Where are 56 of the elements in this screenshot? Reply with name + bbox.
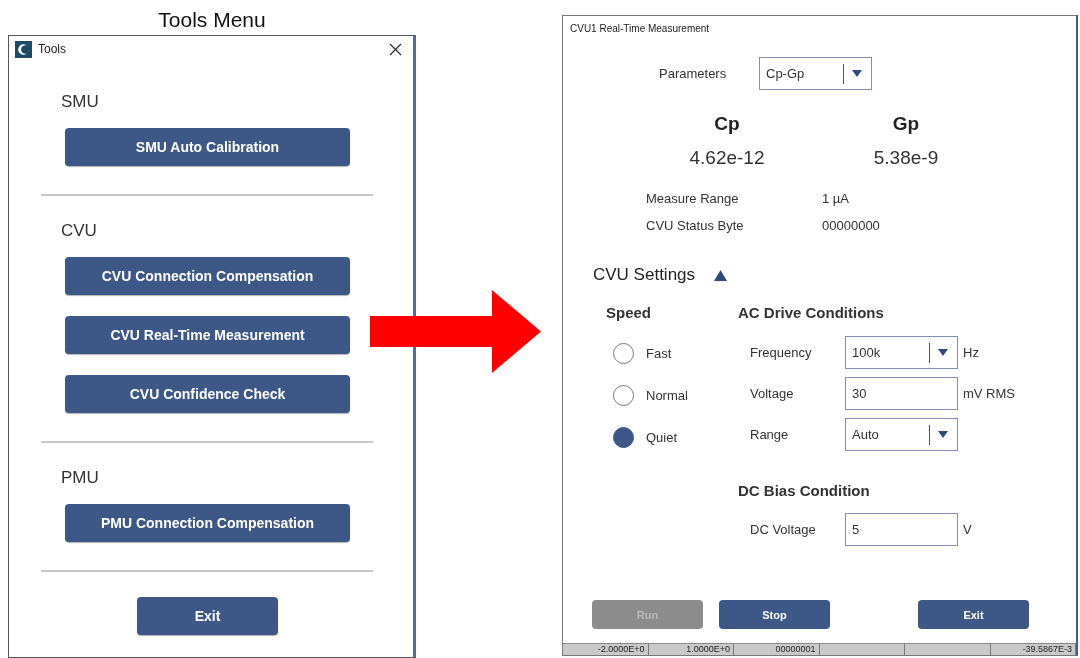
radio-label[interactable]: Normal: [646, 387, 688, 403]
table-cell: 00000001: [734, 644, 820, 655]
logo-icon: [15, 40, 32, 58]
field-label: Range: [750, 427, 789, 442]
unit-label: V: [963, 522, 972, 537]
field-label: Frequency: [750, 345, 812, 360]
section-heading: CVU: [61, 221, 97, 241]
window-title: CVU1 Real-Time Measurement: [570, 22, 710, 36]
section-heading: PMU: [61, 468, 99, 488]
unit-label: Hz: [963, 345, 979, 360]
radio-label[interactable]: Quiet: [646, 429, 678, 445]
unit-label: mV RMS: [963, 386, 1015, 401]
section-heading: SMU: [61, 92, 99, 112]
info-label: CVU Status Byte: [646, 217, 744, 235]
action-button[interactable]: Stop: [719, 600, 830, 629]
caret-icon: [938, 349, 948, 356]
radio-button[interactable]: [613, 384, 634, 406]
arrow-icon: [370, 290, 541, 373]
close-icon[interactable]: [389, 42, 402, 56]
tool-button[interactable]: PMU Connection Compensation: [65, 504, 350, 542]
tool-button[interactable]: CVU Connection Compensation: [65, 257, 350, 295]
figure-caption: Tools Menu: [158, 7, 266, 32]
tool-button[interactable]: SMU Auto Calibration: [65, 128, 350, 166]
exit-button[interactable]: Exit: [137, 597, 278, 635]
group-heading: Speed: [606, 303, 651, 323]
table-cell: 1.0000E+0: [648, 644, 734, 655]
field-label: Parameters: [659, 66, 727, 81]
caret-icon: [938, 431, 948, 438]
section-heading: CVU Settings: [593, 264, 696, 286]
info-value: 1 µA: [822, 190, 849, 208]
table-cell: -2.0000E+0: [563, 644, 649, 655]
dropdown[interactable]: Auto: [845, 418, 958, 451]
reading-value: 5.38e-9: [873, 146, 939, 170]
info-label: Measure Range: [646, 190, 739, 208]
radio-button[interactable]: [613, 426, 634, 448]
dropdown[interactable]: 100k: [845, 336, 958, 369]
info-value: 00000000: [822, 217, 880, 235]
radio-button[interactable]: [613, 342, 634, 364]
reading-name: Cp: [714, 112, 740, 136]
input-field[interactable]: 5: [845, 513, 958, 546]
window-title: Tools: [38, 42, 66, 56]
field-label: DC Voltage: [750, 522, 816, 537]
tool-button[interactable]: CVU Confidence Check: [65, 375, 350, 413]
up-triangle-icon[interactable]: [714, 269, 728, 281]
radio-label[interactable]: Fast: [646, 345, 672, 361]
group-heading: DC Bias Condition: [738, 481, 870, 501]
input-field[interactable]: 30: [845, 377, 958, 410]
dropdown[interactable]: Cp-Gp: [759, 57, 872, 90]
tool-button[interactable]: CVU Real-Time Measurement: [65, 316, 350, 354]
table-cell: -39.5867E-3: [990, 644, 1076, 655]
action-button[interactable]: Exit: [918, 600, 1029, 629]
caret-icon: [852, 70, 862, 77]
group-heading: AC Drive Conditions: [738, 303, 884, 323]
reading-value: 4.62e-12: [689, 146, 765, 170]
field-label: Voltage: [750, 386, 794, 401]
reading-name: Gp: [892, 112, 920, 136]
